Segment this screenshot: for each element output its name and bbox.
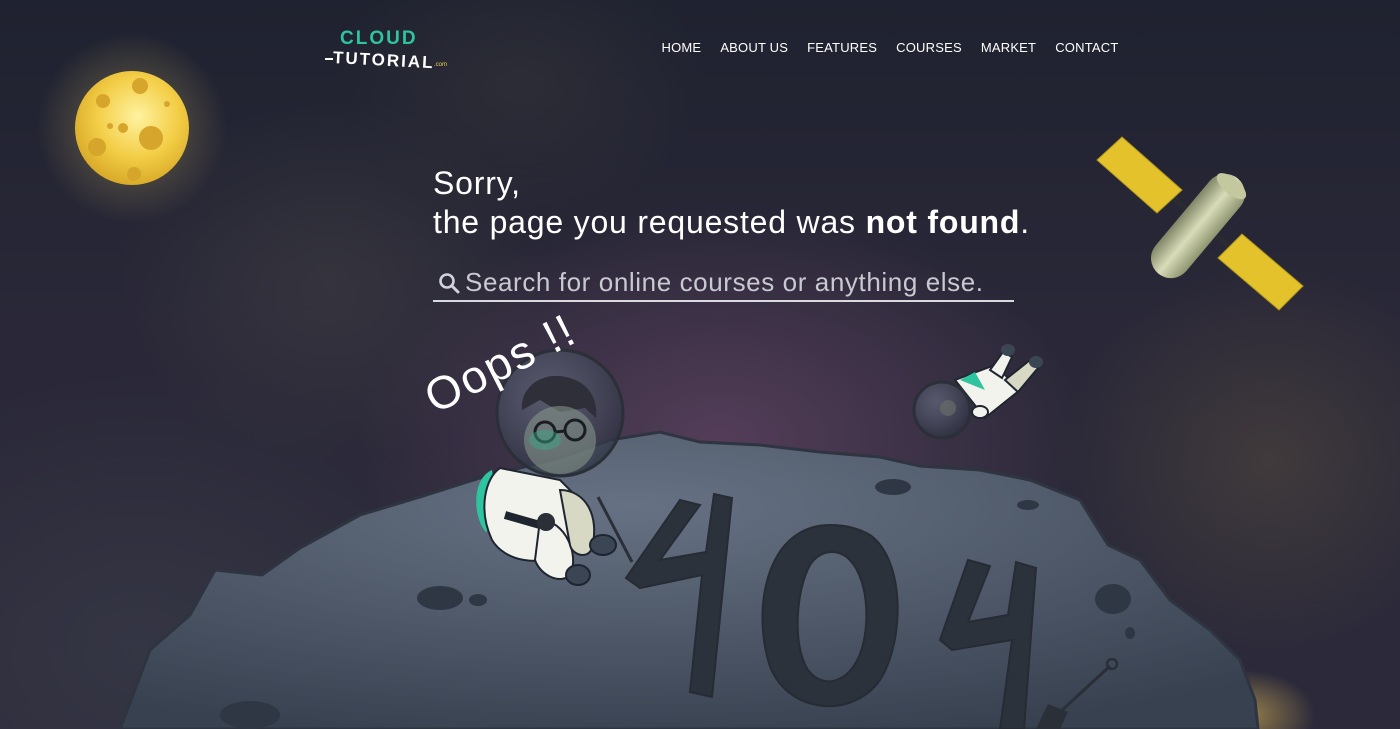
main-nav: HOME ABOUT US FEATURES COURSES MARKET CO… <box>652 39 1128 57</box>
logo-text-tutorial: TUTORIAL <box>332 48 436 73</box>
logo-text-com: .com <box>434 62 448 68</box>
message-line-2-suffix: . <box>1020 204 1030 240</box>
logo-dash <box>325 58 333 60</box>
nav-item-contact[interactable]: CONTACT <box>1046 39 1128 57</box>
space-illustration <box>37 33 1315 729</box>
message-emphasis: not found <box>865 204 1021 240</box>
nav-item-about-us[interactable]: ABOUT US <box>711 39 798 57</box>
message-line-2: the page you requested was not found. <box>433 203 1030 242</box>
search-input[interactable] <box>465 266 1010 298</box>
moon-icon <box>37 33 227 223</box>
nav-item-features[interactable]: FEATURES <box>798 39 887 57</box>
message-line-1: Sorry, <box>433 165 521 201</box>
astronaut-floating-icon <box>912 344 1043 440</box>
nav-item-market[interactable]: MARKET <box>971 39 1045 57</box>
message-line-2-prefix: the page you requested was <box>433 204 866 240</box>
nav-item-home[interactable]: HOME <box>652 39 711 57</box>
satellite-icon <box>1096 136 1304 311</box>
not-found-message: Sorry, the page you requested was not fo… <box>433 164 1030 242</box>
nav-item-courses[interactable]: COURSES <box>887 39 972 57</box>
search-bar <box>433 266 1014 302</box>
search-icon[interactable] <box>438 272 460 294</box>
logo-text-cloud: CLOUD <box>340 28 418 49</box>
site-logo[interactable]: CLOUD TUTORIAL .com <box>325 28 455 74</box>
